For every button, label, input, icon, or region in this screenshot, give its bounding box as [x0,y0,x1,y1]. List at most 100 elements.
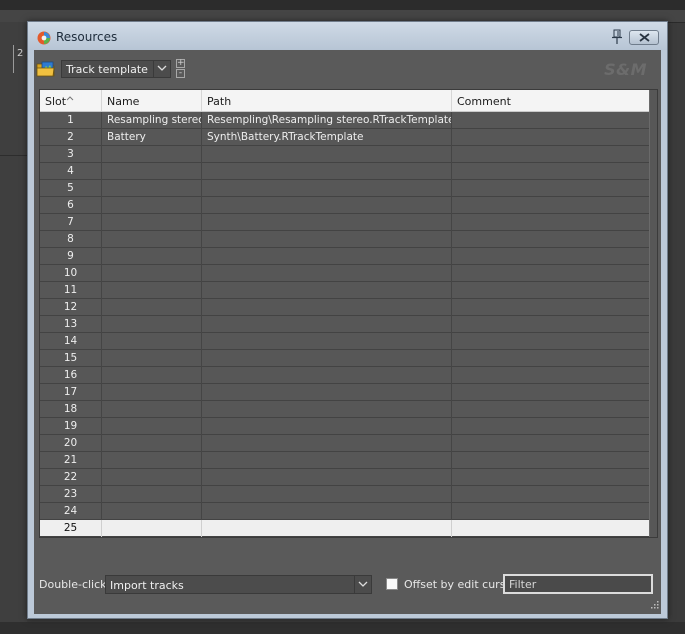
cell-slot: 7 [40,214,102,231]
cell-slot: 23 [40,486,102,503]
cell-name [102,401,202,418]
chevron-down-icon [358,581,368,587]
table-row[interactable]: 1 Resampling stereo Resempling\Resampling … [40,112,650,129]
cell-path [202,401,452,418]
table-row[interactable]: 9 [40,248,650,265]
cell-name [102,146,202,163]
cell-path [202,520,452,537]
cell-name [102,367,202,384]
table-row[interactable]: 24 [40,503,650,520]
table-row[interactable]: 16 [40,367,650,384]
cell-path [202,163,452,180]
cell-comment [452,486,650,503]
cell-comment [452,452,650,469]
table-row[interactable]: 5 [40,180,650,197]
column-header-comment[interactable]: Comment [452,90,650,111]
cell-slot: 13 [40,316,102,333]
table-row[interactable]: 20 [40,435,650,452]
filter-input[interactable] [503,574,653,594]
cell-name [102,333,202,350]
host-track-panel [0,22,27,634]
table-row[interactable]: 17 [40,384,650,401]
remove-slot-button[interactable]: - [176,69,185,78]
resource-type-select[interactable]: Track template [61,60,171,78]
column-header-name[interactable]: Name [102,90,202,111]
offset-by-edit-cursor-checkbox[interactable] [386,578,398,590]
table-row[interactable]: 12 [40,299,650,316]
cell-slot: 5 [40,180,102,197]
sort-ascending-icon [66,91,74,104]
resources-window: Resources Track template + - S&M Slot Na… [27,21,668,619]
offset-by-edit-cursor-label[interactable]: Offset by edit cursor [404,578,517,591]
table-row[interactable]: 13 [40,316,650,333]
cell-path [202,316,452,333]
cell-slot: 14 [40,333,102,350]
resource-type-dropdown[interactable] [153,61,170,77]
title-bar[interactable]: Resources [28,22,667,50]
cell-name [102,418,202,435]
table-row[interactable]: 7 [40,214,650,231]
cell-name [102,486,202,503]
cell-slot: 22 [40,469,102,486]
host-track-number: 2 [17,48,24,59]
column-header-slot[interactable]: Slot [40,90,102,111]
pin-icon[interactable] [610,29,624,48]
table-row[interactable]: 10 [40,265,650,282]
table-row[interactable]: 6 [40,197,650,214]
host-track-separator [0,155,27,156]
sm-logo: S&M [604,60,647,79]
cell-comment [452,469,650,486]
table-row[interactable]: 22 [40,469,650,486]
table-row[interactable]: 18 [40,401,650,418]
cell-comment [452,248,650,265]
cell-slot: 12 [40,299,102,316]
table-row[interactable]: 14 [40,333,650,350]
add-slot-button[interactable]: + [176,59,185,68]
cell-path [202,333,452,350]
table-row[interactable]: 19 [40,418,650,435]
table-row[interactable]: 21 [40,452,650,469]
resource-type-value: Track template [66,63,148,76]
table-row[interactable]: 4 [40,163,650,180]
cell-slot: 18 [40,401,102,418]
double-click-action-dropdown[interactable] [354,576,371,593]
table-row[interactable]: 23 [40,486,650,503]
reaper-logo-icon [37,31,51,48]
table-scrollbar[interactable] [649,90,657,537]
cell-name [102,248,202,265]
cell-path [202,384,452,401]
cell-name: Battery [102,129,202,146]
cell-comment [452,316,650,333]
cell-path [202,350,452,367]
column-header-path[interactable]: Path [202,90,452,111]
resize-grip-icon[interactable] [650,599,659,612]
double-click-action-value: Import tracks [110,579,184,592]
cell-slot: 16 [40,367,102,384]
cell-name [102,469,202,486]
cell-name [102,163,202,180]
close-button[interactable] [629,30,659,45]
cell-name [102,384,202,401]
cell-slot: 1 [40,112,102,129]
cell-path [202,265,452,282]
cell-comment [452,129,650,146]
table-row[interactable]: 3 [40,146,650,163]
cell-comment [452,520,650,537]
cell-comment [452,299,650,316]
cell-name [102,452,202,469]
table-row[interactable]: 11 [40,282,650,299]
cell-path: Resempling\Resampling stereo.RTrackTempl… [202,112,452,129]
table-row[interactable]: 15 [40,350,650,367]
cell-name [102,299,202,316]
folder-image-icon[interactable] [36,61,56,80]
cell-path [202,435,452,452]
double-click-label: Double-click: [39,578,111,591]
resources-panel: Track template + - S&M Slot Name Path Co [34,50,661,614]
cell-slot: 6 [40,197,102,214]
close-icon [639,33,650,42]
table-row[interactable]: 8 [40,231,650,248]
table-row[interactable]: 2 Battery Synth\Battery.RTrackTemplate [40,129,650,146]
cell-comment [452,282,650,299]
double-click-action-select[interactable]: Import tracks [105,575,372,594]
table-row[interactable]: 25 [40,520,650,537]
